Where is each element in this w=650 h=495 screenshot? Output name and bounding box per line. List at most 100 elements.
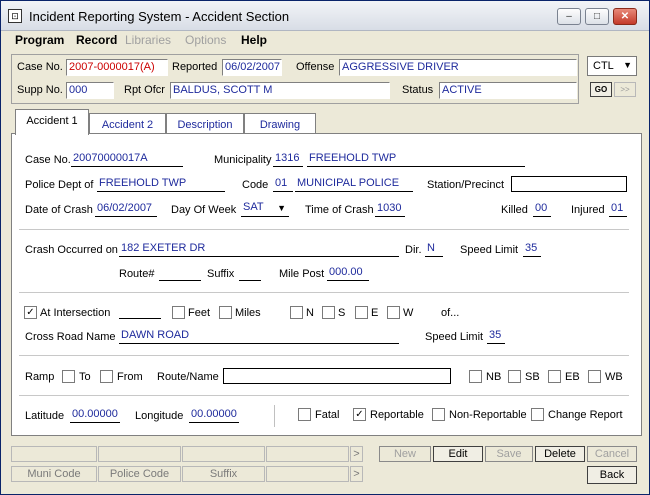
day-of-week-label: Day Of Week <box>171 204 237 216</box>
wb-label: WB <box>605 371 623 383</box>
ramp-from-checkbox[interactable] <box>100 370 113 383</box>
header-offense-field[interactable]: AGGRESSIVE DRIVER <box>339 59 577 76</box>
day-of-week-select[interactable]: SAT ▼ <box>241 200 289 217</box>
eb-checkbox[interactable] <box>548 370 561 383</box>
cross-road-field[interactable]: DAWN ROAD <box>119 328 399 344</box>
header-reported-field[interactable]: 06/02/2007 <box>222 59 282 76</box>
police-dept-label: Police Dept of <box>25 179 94 191</box>
case-header-panel: Case No. 2007-0000017(A) Reported 06/02/… <box>11 54 579 104</box>
case-no-field[interactable]: 20070000017A <box>71 151 183 167</box>
maximize-button[interactable]: □ <box>585 8 609 25</box>
municipality-code-field[interactable]: 1316 <box>273 151 303 167</box>
feet-label: Feet <box>188 307 211 319</box>
reportable-checkbox[interactable]: ✓ <box>353 408 366 421</box>
route-name-field[interactable] <box>223 368 451 384</box>
latitude-field[interactable]: 00.00000 <box>70 407 120 423</box>
police-dept-field[interactable]: FREEHOLD TWP <box>97 176 225 192</box>
minimize-button[interactable]: ‒ <box>557 8 581 25</box>
menu-bar: Program Record Libraries Options Help <box>1 31 649 49</box>
wb-checkbox[interactable] <box>588 370 601 383</box>
new-button[interactable]: New <box>379 446 431 462</box>
header-supp-no-field[interactable]: 000 <box>66 82 114 99</box>
fatal-checkbox[interactable] <box>298 408 311 421</box>
nb-label: NB <box>486 371 502 383</box>
suffix-button[interactable]: Suffix <box>182 466 265 482</box>
menu-help[interactable]: Help <box>241 33 267 47</box>
status-slot-3 <box>182 446 265 462</box>
date-of-crash-field[interactable]: 06/02/2007 <box>95 201 157 217</box>
at-intersection-label: At Intersection <box>40 307 111 319</box>
save-button[interactable]: Save <box>485 446 533 462</box>
ramp-label: Ramp <box>25 371 55 383</box>
station-label: Station/Precinct <box>427 179 505 191</box>
divider <box>19 355 629 356</box>
header-rpt-ofcr-field[interactable]: BALDUS, SCOTT M <box>170 82 390 99</box>
station-field[interactable] <box>511 176 627 192</box>
west-checkbox[interactable] <box>387 306 400 319</box>
of-label: of... <box>441 307 460 319</box>
tab-drawing[interactable]: Drawing <box>244 113 316 135</box>
header-case-no-field[interactable]: 2007-0000017(A) <box>66 59 168 76</box>
ctl-select[interactable]: CTL ▼ <box>587 56 637 76</box>
mile-post-label: Mile Post <box>279 268 325 280</box>
cross-road-label: Cross Road Name <box>25 331 116 343</box>
day-of-week-value: SAT <box>243 201 264 213</box>
header-status-field[interactable]: ACTIVE <box>439 82 577 99</box>
at-intersection-checkbox[interactable]: ✓ <box>24 306 37 319</box>
edit-button[interactable]: Edit <box>433 446 483 462</box>
change-report-label: Change Report <box>548 409 623 421</box>
next-button[interactable]: >> <box>614 82 636 97</box>
status-next-arrow[interactable]: > <box>350 446 363 462</box>
code-field[interactable]: 01 <box>273 176 293 192</box>
sb-checkbox[interactable] <box>508 370 521 383</box>
mile-post-field[interactable]: 000.00 <box>327 265 369 281</box>
back-button[interactable]: Back <box>587 466 637 484</box>
lookup-next-arrow[interactable]: > <box>350 466 363 482</box>
longitude-field[interactable]: 00.00000 <box>189 407 239 423</box>
menu-options[interactable]: Options <box>185 33 226 47</box>
time-of-crash-field[interactable]: 1030 <box>375 201 405 217</box>
intersection-distance-field[interactable] <box>119 303 161 319</box>
injured-field[interactable]: 01 <box>609 201 627 217</box>
miles-checkbox[interactable] <box>219 306 232 319</box>
miles-label: Miles <box>235 307 261 319</box>
police-code-button[interactable]: Police Code <box>98 466 181 482</box>
change-report-checkbox[interactable] <box>531 408 544 421</box>
status-slot-1 <box>11 446 97 462</box>
feet-checkbox[interactable] <box>172 306 185 319</box>
main-window: ⊡ Incident Reporting System - Accident S… <box>0 0 650 495</box>
suffix-field[interactable] <box>239 265 261 281</box>
ramp-to-label: To <box>79 371 91 383</box>
cancel-button[interactable]: Cancel <box>587 446 637 462</box>
menu-record[interactable]: Record <box>76 33 117 47</box>
code-name-field[interactable]: MUNICIPAL POLICE <box>295 176 413 192</box>
municipality-name-field[interactable]: FREEHOLD TWP <box>307 151 525 167</box>
dir-field[interactable]: N <box>425 241 443 257</box>
killed-field[interactable]: 00 <box>533 201 551 217</box>
status-slot-4 <box>266 446 349 462</box>
non-reportable-checkbox[interactable] <box>432 408 445 421</box>
tab-accident-1[interactable]: Accident 1 <box>15 109 89 135</box>
route-field[interactable] <box>159 265 201 281</box>
cross-speed-limit-field[interactable]: 35 <box>487 328 505 344</box>
crash-occurred-field[interactable]: 182 EXETER DR <box>119 241 399 257</box>
speed-limit-field[interactable]: 35 <box>523 241 541 257</box>
south-checkbox[interactable] <box>322 306 335 319</box>
header-offense-label: Offense <box>296 61 335 73</box>
app-icon[interactable]: ⊡ <box>8 9 22 23</box>
ramp-to-checkbox[interactable] <box>62 370 75 383</box>
route-name-label: Route/Name <box>157 371 219 383</box>
tab-accident-2[interactable]: Accident 2 <box>89 113 166 135</box>
delete-button[interactable]: Delete <box>535 446 585 462</box>
close-button[interactable]: ✕ <box>613 8 637 25</box>
north-checkbox[interactable] <box>290 306 303 319</box>
menu-libraries[interactable]: Libraries <box>125 33 171 47</box>
header-rpt-ofcr-label: Rpt Ofcr <box>124 84 165 96</box>
tab-description[interactable]: Description <box>166 113 244 135</box>
east-checkbox[interactable] <box>355 306 368 319</box>
route-label: Route# <box>119 268 155 280</box>
muni-code-button[interactable]: Muni Code <box>11 466 97 482</box>
menu-program[interactable]: Program <box>15 33 64 47</box>
nb-checkbox[interactable] <box>469 370 482 383</box>
go-button[interactable]: GO <box>590 82 612 97</box>
